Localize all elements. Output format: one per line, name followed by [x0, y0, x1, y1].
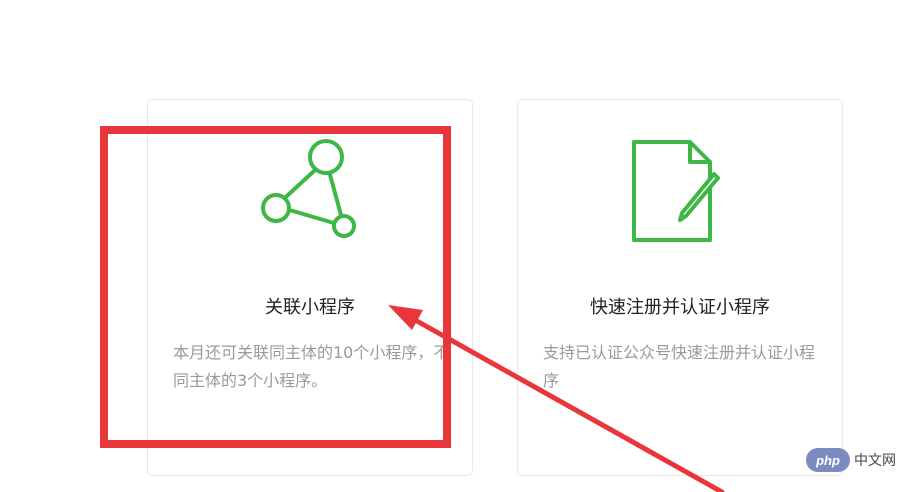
- card-title: 快速注册并认证小程序: [590, 297, 770, 318]
- network-nodes-icon: [261, 139, 356, 238]
- site-watermark: php 中文网: [806, 447, 896, 473]
- card-description: 支持已认证公众号快速注册并认证小程序: [543, 343, 816, 390]
- card-description: 本月还可关联同主体的10个小程序，不同主体的3个小程序。: [173, 343, 450, 390]
- watermark-site-text: 中文网: [854, 452, 896, 468]
- document-edit-icon: [632, 140, 720, 242]
- quick-register-card[interactable]: 快速注册并认证小程序 支持已认证公众号快速注册并认证小程序: [517, 99, 843, 476]
- associate-miniprogram-card[interactable]: 关联小程序 本月还可关联同主体的10个小程序，不同主体的3个小程序。: [147, 99, 473, 476]
- card-title: 关联小程序: [265, 297, 355, 318]
- php-logo: php: [806, 448, 850, 472]
